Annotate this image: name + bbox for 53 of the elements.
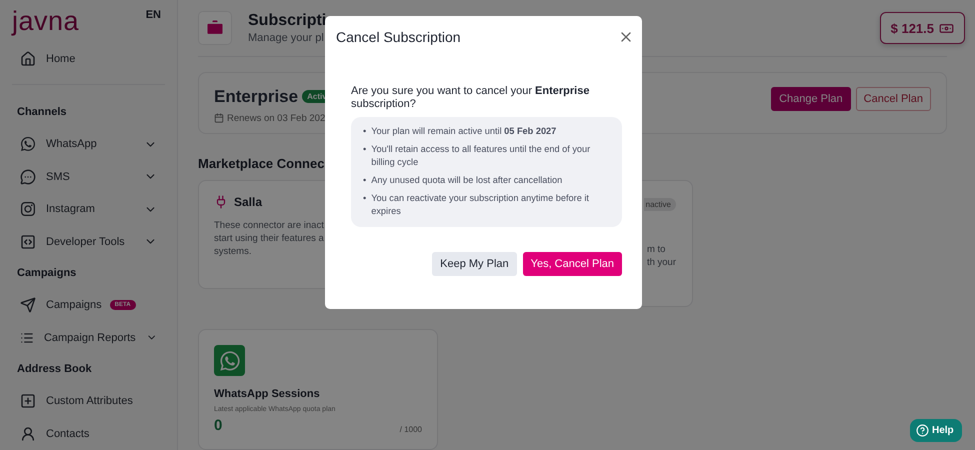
usage-count: 0 [214,417,222,434]
bullet: • [363,192,366,205]
page-subtitle: Manage your pl [248,32,324,44]
plus-square-icon [20,393,36,410]
bullet: • [363,143,366,156]
dialog-question: Are you sure you want to cancel your Enterprise subscription? [351,85,590,111]
section-heading: Address Book [16,362,93,378]
nav-item[interactable]: WhatsApp [0,128,177,160]
section-heading: Campaigns [16,266,78,282]
plan-name: Enterprise [214,86,298,107]
change-plan-button[interactable]: Change Plan [771,86,851,111]
connector-description: These connector are inact start using their features a systems. [214,219,325,258]
language-selector[interactable]: EN [146,9,161,21]
nav-item[interactable]: Campaign Reports [0,321,177,354]
nav-item[interactable]: Home [0,42,177,76]
chat-phone-icon [20,136,36,152]
note-item: You can reactivate your subscription anytime before it expires [371,192,590,218]
help-button[interactable]: Help [910,419,962,442]
plug-icon [214,195,228,209]
keep-plan-button[interactable]: Keep My Plan [432,252,517,276]
note-item: Your plan will remain active until 05 Feb 2027 [371,125,556,138]
home-icon [20,50,36,67]
logo: javna [12,6,80,36]
connector-description: m to th your [646,243,676,269]
nav-item[interactable]: Instagram [0,192,177,226]
bullet: • [363,174,366,187]
status-badge: nactive [644,198,676,211]
card-title: WhatsApp Sessions [214,388,321,400]
quota-total: / 1000 [400,425,422,434]
cancel-plan-button[interactable]: Cancel Plan [856,86,931,111]
camera-icon [20,201,36,218]
nav-item[interactable]: Custom Attributes [0,384,177,418]
confirm-cancel-button[interactable]: Yes, Cancel Plan [522,252,622,276]
page-title: Subscripti [248,12,326,30]
paper-plane-icon [20,297,36,314]
section-heading: Channels [16,105,68,120]
renewal-date: Renews on 03 Feb 202 [227,112,326,124]
nav-item[interactable]: Contacts [0,417,177,450]
help-icon [916,424,929,437]
chat-phone-icon [214,345,245,376]
note-item: You'll retain access to all features until the end of your billing cycle [371,143,592,169]
nav-item[interactable]: SMS [0,160,177,193]
nav-item[interactable]: Developer Tools [0,226,177,258]
calendar-icon [214,113,224,124]
section-title: Marketplace Connec [198,156,324,171]
balance-button[interactable]: $ 121.5 [880,12,965,44]
note-item: Any unused quota will be lost after cancellation [371,174,562,187]
bullet: • [363,125,366,138]
chat-bubble-icon [20,168,36,185]
dialog-title: Cancel Subscription [336,29,461,45]
connector-name: Salla [234,195,262,209]
code-icon [20,234,36,250]
person-icon [20,426,36,442]
